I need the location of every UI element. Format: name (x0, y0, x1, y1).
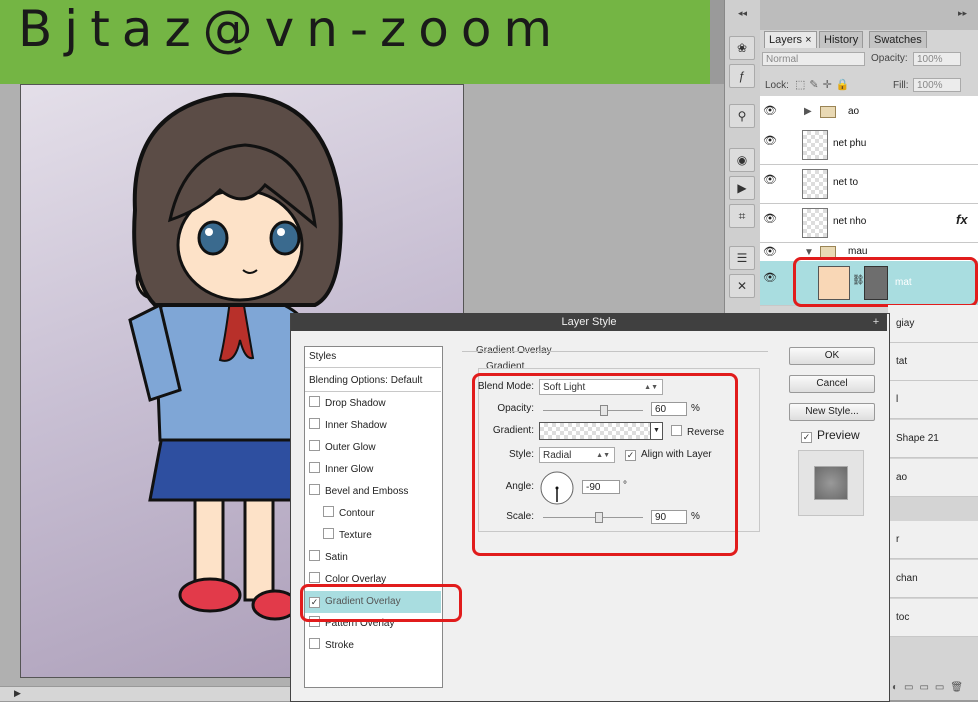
brushes-icon[interactable]: ❀ (729, 36, 755, 60)
layer-thumbnail (802, 208, 828, 238)
checkbox-icon[interactable] (309, 418, 320, 429)
preview-label: Preview (817, 428, 860, 442)
layer-row[interactable]: toc (888, 599, 978, 637)
layer-row[interactable]: 👁 net phu (760, 126, 978, 165)
style-item-label: Outer Glow (325, 442, 376, 453)
checkbox-icon[interactable] (309, 550, 320, 561)
style-item[interactable]: Outer Glow (305, 437, 441, 459)
style-item[interactable]: Drop Shadow (305, 393, 441, 415)
panel-header (760, 0, 978, 30)
tab-swatches[interactable]: Swatches (869, 31, 927, 48)
checkbox-icon[interactable] (309, 638, 320, 649)
fill-label: Fill: (893, 80, 909, 91)
style-item-label: Contour (339, 508, 375, 519)
blend-mode-select[interactable]: Normal (762, 52, 865, 66)
highlight-box-gradient-overlay (300, 584, 462, 622)
style-item[interactable]: Stroke (305, 635, 441, 657)
channels-icon[interactable]: ◉ (729, 148, 755, 172)
visibility-eye-icon[interactable]: 👁 (762, 161, 778, 199)
tools-icon[interactable]: ✕ (729, 274, 755, 298)
checkbox-icon[interactable] (323, 506, 334, 517)
layer-thumbnail (802, 130, 828, 160)
ok-button[interactable]: OK (789, 347, 875, 365)
style-item[interactable]: Texture (305, 525, 441, 547)
layer-name: net phu (833, 138, 867, 149)
layer-row[interactable]: r (888, 521, 978, 559)
collapse-icon[interactable]: ◂◂ (738, 8, 747, 19)
layer-thumbnail (802, 169, 828, 199)
layer-name: ao (848, 106, 860, 117)
style-item[interactable]: Bevel and Emboss (305, 481, 441, 503)
close-icon[interactable]: + (868, 313, 884, 331)
style-item-label: Stroke (325, 640, 354, 651)
blending-options-item[interactable]: Blending Options: Default (305, 370, 441, 392)
layer-row[interactable]: chan (888, 560, 978, 598)
puppet-icon[interactable]: ⚲ (729, 104, 755, 128)
watermark-text: Bjtaz@vn-zoom (18, 0, 565, 58)
checkbox-icon[interactable] (309, 484, 320, 495)
checkbox-icon[interactable] (323, 528, 334, 539)
style-item-label: Texture (339, 530, 372, 541)
layer-row[interactable]: 👁 net to (760, 165, 978, 204)
preview-swatch (814, 466, 848, 500)
transform-icon[interactable]: ⌗ (729, 204, 755, 228)
lock-label: Lock: (765, 80, 789, 91)
style-item-label: Inner Shadow (325, 420, 387, 431)
preview-checkbox[interactable]: ✓ Preview (801, 428, 860, 443)
style-item[interactable]: Contour (305, 503, 441, 525)
checkbox-icon[interactable] (309, 440, 320, 451)
opacity-label: Opacity: (871, 53, 908, 64)
fx-badge-icon[interactable]: fx (956, 212, 968, 227)
checkbox-icon[interactable] (309, 462, 320, 473)
layer-row[interactable]: ao (888, 459, 978, 497)
highlight-box-layer (793, 257, 978, 307)
layer-row[interactable]: 👁 ▶ ao (760, 96, 978, 127)
layer-name: mau (848, 246, 868, 257)
actions-icon[interactable]: ▶ (729, 176, 755, 200)
tool-presets-icon[interactable]: ☰ (729, 246, 755, 270)
expand-icon[interactable]: ▸▸ (958, 8, 967, 19)
tab-layers[interactable]: Layers × (764, 31, 817, 48)
checkbox-icon[interactable] (309, 572, 320, 583)
new-style-button[interactable]: New Style... (789, 403, 875, 421)
visibility-eye-icon[interactable]: 👁 (762, 122, 778, 160)
layer-row[interactable]: Shape 21 (888, 420, 978, 458)
styles-header[interactable]: Styles (305, 346, 441, 368)
style-item-label: Drop Shadow (325, 398, 386, 409)
fx-icon[interactable]: ƒ (729, 64, 755, 88)
layer-name: net nho (833, 216, 867, 227)
style-item-label: Inner Glow (325, 464, 374, 475)
tab-history[interactable]: History (819, 31, 864, 48)
layer-row[interactable]: tat (888, 343, 978, 381)
style-item[interactable]: Inner Glow (305, 459, 441, 481)
style-item-label: Bevel and Emboss (325, 486, 409, 497)
opacity-field[interactable]: 100% (913, 52, 961, 66)
dialog-title: Layer Style (291, 313, 887, 331)
style-item-label: Satin (325, 552, 348, 563)
style-item[interactable]: Inner Shadow (305, 415, 441, 437)
status-arrow-icon[interactable]: ▶ (14, 688, 21, 699)
fill-field[interactable]: 100% (913, 78, 961, 92)
highlight-box-settings (472, 373, 738, 556)
checkbox-icon[interactable] (309, 396, 320, 407)
lock-icons[interactable]: ⬚✎✛🔒 (795, 78, 854, 91)
layer-row[interactable]: giay (888, 305, 978, 343)
cancel-button[interactable]: Cancel (789, 375, 875, 393)
layer-row[interactable]: 👁 net nho fx (760, 204, 978, 243)
expand-arrow-icon[interactable]: ▶ (804, 106, 812, 117)
visibility-eye-icon[interactable]: 👁 (762, 259, 778, 297)
layer-name: net to (833, 177, 859, 188)
folder-icon (820, 106, 836, 118)
check-icon[interactable]: ✓ (801, 432, 812, 443)
layer-row[interactable]: l (888, 381, 978, 419)
style-item[interactable]: Satin (305, 547, 441, 569)
section-divider (462, 351, 768, 352)
panel-bottom-icons[interactable]: ◐▭▭▭🗑 (888, 676, 978, 700)
